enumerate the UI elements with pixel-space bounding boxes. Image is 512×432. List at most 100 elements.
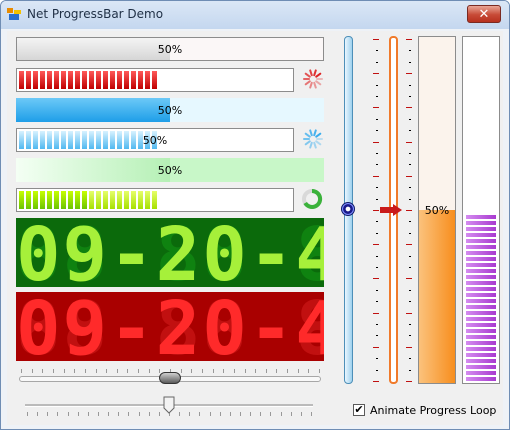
segment xyxy=(33,71,38,89)
segment xyxy=(68,191,73,209)
segment xyxy=(82,191,87,209)
progress-bar-red-segments xyxy=(16,68,294,92)
client-area: 50% 50% 50% 50% 88-88-8 09-20-4 88-88-8 … xyxy=(7,31,503,425)
segment xyxy=(466,287,496,291)
segment xyxy=(68,71,73,89)
segment xyxy=(40,71,45,89)
segment xyxy=(466,227,496,231)
segment xyxy=(138,191,143,209)
segment xyxy=(466,311,496,315)
segment xyxy=(47,191,52,209)
segment xyxy=(466,233,496,237)
app-window: Net ProgressBar Demo ✕ 50% 50% 50% 50% 8… xyxy=(0,0,510,430)
spinner-blue-icon xyxy=(303,129,323,149)
lcd-digits: 09-20-45 xyxy=(16,292,324,361)
check-icon: ✔ xyxy=(354,403,364,416)
ring-green-icon xyxy=(302,188,323,209)
segment xyxy=(75,71,80,89)
progress-label: 50% xyxy=(157,42,183,56)
progress-bar-vertical-purple xyxy=(462,36,500,384)
segment xyxy=(82,71,87,89)
segment xyxy=(124,71,129,89)
segment xyxy=(466,335,496,339)
segment xyxy=(103,71,108,89)
progress-bar-gray: 50% xyxy=(16,37,324,61)
progress-bar-blue: 50% xyxy=(16,98,324,122)
segment xyxy=(124,191,129,209)
segment-fill xyxy=(466,215,496,381)
segment xyxy=(466,263,496,267)
segment xyxy=(54,71,59,89)
segment xyxy=(466,251,496,255)
segment xyxy=(110,71,115,89)
segment xyxy=(466,239,496,243)
animate-checkbox[interactable]: ✔ xyxy=(353,404,365,416)
segment xyxy=(466,371,496,375)
segment xyxy=(131,71,136,89)
segment xyxy=(466,329,496,333)
title-bar: Net ProgressBar Demo ✕ xyxy=(1,1,509,29)
app-icon xyxy=(7,8,21,20)
close-button[interactable]: ✕ xyxy=(467,5,501,23)
segment xyxy=(117,191,122,209)
segment xyxy=(145,71,150,89)
segment xyxy=(117,71,122,89)
animate-checkbox-label[interactable]: Animate Progress Loop xyxy=(370,404,496,417)
segment xyxy=(145,191,150,209)
segment xyxy=(466,221,496,225)
segment xyxy=(19,71,24,89)
segment-fill xyxy=(19,71,157,89)
segment xyxy=(466,347,496,351)
progress-bar-green: 50% xyxy=(16,158,324,182)
segment xyxy=(466,317,496,321)
arrow-right-icon[interactable] xyxy=(379,204,403,216)
segment xyxy=(466,245,496,249)
vertical-slider-thumb-1[interactable] xyxy=(341,202,355,216)
slider-thumb-2[interactable] xyxy=(163,396,175,414)
segment-fill xyxy=(19,191,157,209)
window-title: Net ProgressBar Demo xyxy=(27,7,164,21)
segment xyxy=(466,323,496,327)
segment xyxy=(466,275,496,279)
progress-label: 50% xyxy=(157,103,183,117)
segment xyxy=(89,191,94,209)
segment xyxy=(54,191,59,209)
segment xyxy=(152,71,157,89)
progress-label: 50% xyxy=(424,203,450,217)
segment xyxy=(152,191,157,209)
slider-thumb-1[interactable] xyxy=(159,372,181,384)
segment xyxy=(26,191,31,209)
segment xyxy=(138,71,143,89)
segment xyxy=(89,71,94,89)
segment xyxy=(96,71,101,89)
close-icon: ✕ xyxy=(478,7,490,22)
segment xyxy=(466,359,496,363)
segment xyxy=(110,191,115,209)
segment xyxy=(466,299,496,303)
segment xyxy=(466,269,496,273)
segment xyxy=(466,293,496,297)
lcd-digits: 09-20-45 xyxy=(16,218,324,287)
segment xyxy=(466,215,496,219)
segment xyxy=(466,341,496,345)
segment xyxy=(61,191,66,209)
progress-bar-vertical-orange: 50% xyxy=(418,36,456,384)
segment xyxy=(466,281,496,285)
segment xyxy=(131,191,136,209)
slider-ticks-right xyxy=(406,39,414,382)
progress-bar-blue-segments: 50% xyxy=(16,128,294,152)
segment xyxy=(61,71,66,89)
progress-bar-green-segments xyxy=(16,188,294,212)
segment xyxy=(19,191,24,209)
lcd-display-green: 88-88-88 09-20-45 xyxy=(16,218,324,287)
spinner-red-icon xyxy=(303,69,323,89)
segment xyxy=(466,257,496,261)
segment xyxy=(103,191,108,209)
segment xyxy=(466,353,496,357)
segment xyxy=(33,191,38,209)
segment xyxy=(26,71,31,89)
segment xyxy=(466,365,496,369)
segment xyxy=(466,305,496,309)
progress-label: 50% xyxy=(157,163,183,177)
segment xyxy=(96,191,101,209)
